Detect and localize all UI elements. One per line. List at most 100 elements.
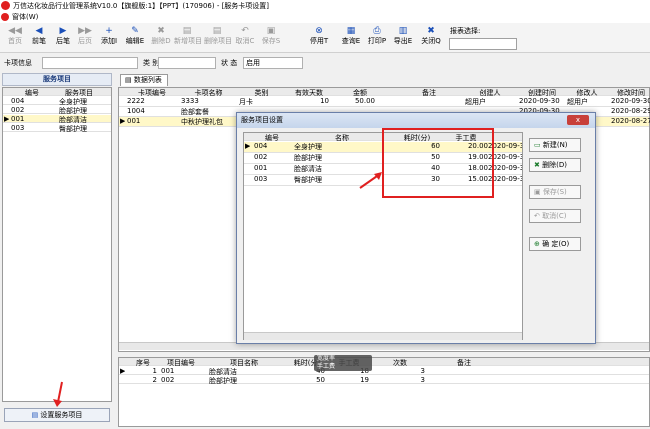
card-info-label: 卡项信息 [4,59,32,67]
toolbar-label-1: 前笔 [32,37,46,45]
toolbar-button-9[interactable]: ↶ 取消C [232,25,258,51]
menu-bar: 窗体(W) [0,11,650,23]
data-list-cell: 2020-08-29 [611,107,650,115]
data-list-cell: 001 [127,117,141,125]
service-code: 002 [11,106,25,114]
dialog-button-label-2: 保存(S) [542,188,567,196]
dialog-button-label-0: 新建(N) [542,141,568,149]
toolbar-icon-15: ✖ [427,26,435,36]
service-panel-title: 服务项目 [43,75,71,83]
dialog-close-button[interactable]: x [567,115,589,125]
toolbar-icon-10: ▣ [266,26,276,36]
dialog-button-1[interactable]: ✖ 删除(D) [529,158,581,172]
service-row[interactable]: 003 臀部护理 [3,124,111,133]
toolbar-button-7[interactable]: ▤ 新增项目 [174,25,202,51]
dialog-button-3[interactable]: ↶ 取消(C) [529,209,581,223]
dialog-title: 服务项目设置 [241,116,283,124]
toolbar-button-8[interactable]: ▤ 删除项目 [204,25,232,51]
detail-cell: 3 [420,376,425,384]
tooltip-line-2: 手工费 [317,363,336,370]
arrow-annotation-dialog [359,172,382,189]
data-list-cell: 2222 [127,97,145,105]
detail-cell: 19 [360,376,369,384]
service-row[interactable]: 004 全身护理 [3,97,111,106]
toolbar-label-9: 取消C [235,37,255,45]
list-icon: ▤ [125,76,134,84]
toolbar-icon-7: ▤ [182,26,192,36]
report-select-input[interactable] [449,38,517,50]
data-list-cell: 1004 [127,107,145,115]
tooltip-line-1: 宽度率 [317,355,336,362]
service-row[interactable]: ▶ 001 脸部清洁 [3,115,111,124]
row-marker-icon: ▶ [120,367,126,375]
service-table: 编号 服务项目 004 全身护理 002 脸部护理 ▶ 001 脸部清洁 003 臀部护理 [2,87,112,402]
service-name: 臀部护理 [59,125,87,133]
toolbar-label-5: 编辑E [125,37,145,45]
toolbar-button-4[interactable]: + 添加I [96,25,122,51]
dialog-hscroll[interactable] [244,332,522,340]
detail-cell: 002 [161,376,175,384]
toolbar-icon-0: ◀◀ [8,26,22,36]
toolbar-icon-13: ⎙ [373,26,381,36]
toolbar-icon-12: ▦ [346,26,356,36]
toolbar-button-14[interactable]: ▥ 导出E [390,25,416,51]
data-list-cell: 2020-08-27 [611,117,650,125]
dialog-cell: 全身护理 [294,143,322,151]
window-title: 万信达化妆品行业管理系统V10.0【旗舰版:1】【PPT】(170906) - … [13,1,270,10]
toolbar-button-10[interactable]: ▣ 保存S [258,25,284,51]
toolbar-label-14: 导出E [393,37,413,45]
toolbar-button-5[interactable]: ✎ 编辑E [122,25,148,51]
menu-window[interactable]: 窗体(W) [12,12,38,22]
tab-data-list[interactable]: ▤ 数据列表 [120,74,168,86]
category-input[interactable] [158,57,216,69]
data-list-row[interactable]: 2222 3333 月卡 10 50.00 超用户 2020-09-30 超用户 2020-09… [119,97,650,107]
toolbar-button-12[interactable]: ▦ 查询E [338,25,364,51]
close-icon: x [575,116,581,124]
dialog-button-icon-4: ⊕ [534,240,543,248]
detail-row[interactable]: 2 002 脸部护理 50 19 3 [119,376,649,385]
toolbar-label-13: 打印P [367,37,387,45]
toolbar-button-3[interactable]: ▶▶ 后页 [72,25,98,51]
window-menu-icon [1,13,9,21]
filter-card-info: 卡项信息 [4,56,32,70]
toolbar-button-15[interactable]: ✖ 关闭Q [418,25,444,51]
service-table-header: 编号 服务项目 [3,88,111,97]
toolbar: ◀◀ 首页 ◀ 前笔 ▶ 后笔 ▶▶ 后页 + 添加I ✎ 编辑E ✖ 删除D ▤ 新增项目 ▤ 删除项目 ↶ 取消C… [0,23,650,53]
dialog-button-2[interactable]: ▣ 保存(S) [529,185,581,199]
service-panel-header: 服务项目 [2,73,112,86]
dialog-button-4[interactable]: ⊕ 确 定(O) [529,237,581,251]
detail-cell: 脸部护理 [209,377,237,385]
data-list-cell: 中秋护理礼包 [181,118,223,126]
detail-table: 序号项目编号项目名称耗时(分)手工费次数备注 ▶1001脸部清洁40183200… [118,357,650,427]
detail-row[interactable]: ▶ 1 001 脸部清洁 40 18 3 [119,367,649,376]
toolbar-button-13[interactable]: ⎙ 打印P [364,25,390,51]
data-list-cell: 3333 [181,97,199,105]
row-marker-icon: ▶ [245,142,251,150]
detail-header: 序号项目编号项目名称耗时(分)手工费次数备注 [119,358,649,367]
status-label: 状 态 [221,59,238,67]
status-value: 启用 [246,59,260,67]
toolbar-button-0[interactable]: ◀◀ 首页 [2,25,28,51]
toolbar-icon-11: ⊗ [315,26,323,36]
toolbar-button-1[interactable]: ◀ 前笔 [26,25,52,51]
toolbar-icon-3: ▶▶ [78,26,92,36]
toolbar-label-11: 停用T [309,37,329,45]
data-list-cell: 10 [320,97,329,105]
service-row[interactable]: 002 脸部护理 [3,106,111,115]
toolbar-label-10: 保存S [261,37,281,45]
dialog-button-0[interactable]: ▭ 新建(N) [529,138,581,152]
dialog-button-icon-1: ✖ [534,161,543,169]
card-info-input[interactable] [42,57,138,69]
service-code: 004 [11,97,25,105]
status-input[interactable]: 启用 [243,57,303,69]
data-list-cell: 2020-09-30 [611,97,650,105]
set-service-items-button[interactable]: ▤ 设置服务项目 [4,408,110,422]
data-list-header: 卡项编号 卡项名称 类别 有效天数 金额 备注 创建人 创建时间 修改人 修改时间 [119,88,649,97]
service-code: 001 [11,115,25,123]
data-list-cell: 月卡 [239,98,253,106]
toolbar-label-3: 后页 [78,37,92,45]
toolbar-button-11[interactable]: ⊗ 停用T [306,25,332,51]
dialog-button-icon-3: ↶ [534,212,543,220]
row-marker-icon: ▶ [120,117,126,125]
toolbar-button-6[interactable]: ✖ 删除D [148,25,174,51]
